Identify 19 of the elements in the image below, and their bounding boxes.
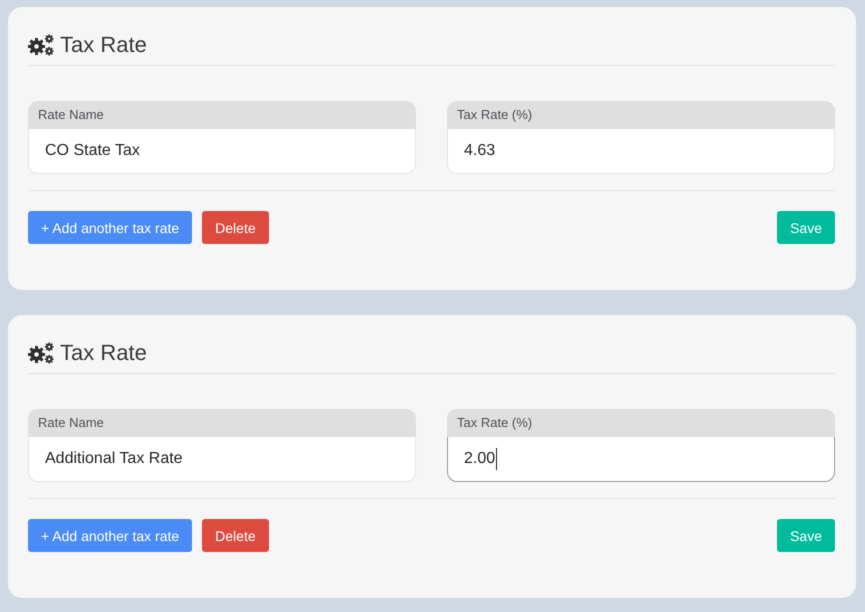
card-title: Tax Rate [60, 30, 147, 58]
field-label: Rate Name [28, 101, 416, 129]
add-button[interactable]: + Add another tax rate [28, 519, 192, 552]
save-button[interactable]: Save [777, 519, 835, 552]
field-label: Tax Rate (%) [447, 409, 835, 437]
gears-icon [28, 34, 54, 56]
gears-icon [28, 342, 54, 364]
delete-button[interactable]: Delete [202, 519, 269, 552]
input-field[interactable]: 2.00 [447, 437, 835, 482]
input-field[interactable]: CO State Tax [28, 129, 416, 174]
input-field[interactable]: 4.63 [447, 129, 835, 174]
input-field[interactable]: Additional Tax Rate [28, 437, 416, 482]
field-label: Rate Name [28, 409, 416, 437]
delete-button[interactable]: Delete [202, 211, 269, 244]
text-cursor-icon [496, 448, 498, 470]
field-label: Tax Rate (%) [447, 101, 835, 129]
card-title: Tax Rate [60, 338, 147, 366]
add-button[interactable]: + Add another tax rate [28, 211, 192, 244]
save-button[interactable]: Save [777, 211, 835, 244]
